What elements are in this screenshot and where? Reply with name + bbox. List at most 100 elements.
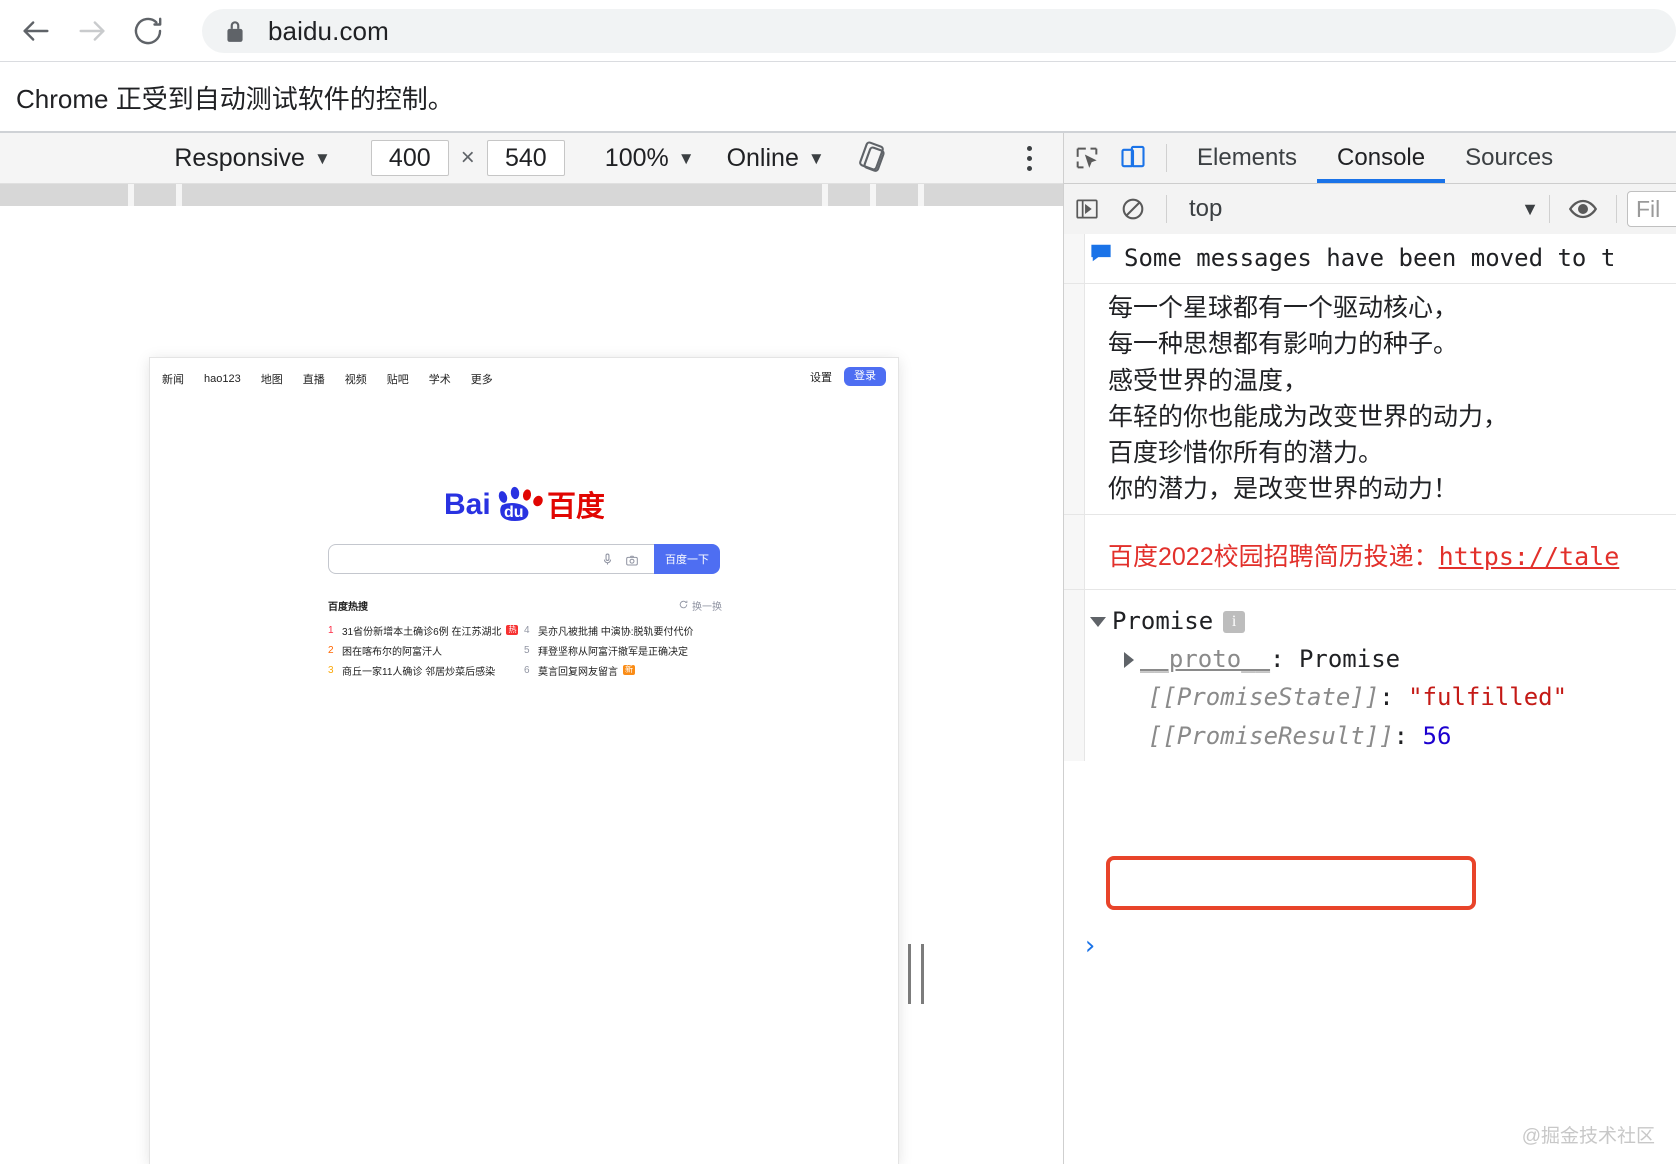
chevron-right-icon[interactable]: [1124, 652, 1134, 669]
device-toolbar: Responsive ▼ 400 × 540 100% ▼ Online ▼: [0, 133, 1063, 184]
nav-link-map[interactable]: 地图: [261, 371, 283, 387]
baidu-nav-right: 设置 登录: [810, 367, 886, 387]
nav-link-tieba[interactable]: 贴吧: [387, 371, 409, 387]
svg-text:百度: 百度: [547, 489, 604, 523]
automation-infobar-text: Chrome 正受到自动测试软件的控制。: [16, 83, 454, 114]
device-ruler: [0, 184, 1063, 207]
hot-text: 吴亦凡被批捕 中演协:脱轨要付代价: [538, 626, 694, 638]
devtools-panel: Elements Console Sources top ▼ Fil Some …: [1063, 133, 1676, 1164]
proto-key: __proto__: [1140, 645, 1271, 674]
hot-text: 莫言回复网友留言: [538, 666, 618, 678]
info-badge-icon[interactable]: i: [1223, 610, 1246, 633]
console-sidebar-icon[interactable]: [1064, 186, 1110, 232]
hot-search-item[interactable]: 3 商丘一家11人确诊 邻居炒菜后感染: [328, 660, 524, 680]
hot-search-title: 百度热搜: [328, 602, 368, 613]
nav-link-live[interactable]: 直播: [303, 371, 325, 387]
settings-link[interactable]: 设置: [810, 369, 832, 385]
annotation-highlight-box: [1106, 856, 1476, 910]
search-submit-button[interactable]: 百度一下: [654, 544, 720, 574]
promise-state-key: [[PromiseState]]: [1148, 683, 1380, 712]
nav-link-hao123[interactable]: hao123: [204, 373, 241, 385]
toolbar-divider: [1166, 144, 1167, 172]
devtools-tabbar: Elements Console Sources: [1064, 133, 1676, 184]
chevron-down-icon[interactable]: ▼: [1521, 199, 1539, 220]
promise-header-row[interactable]: Promise i: [1090, 602, 1676, 640]
hot-search-refresh[interactable]: 换一换: [679, 598, 722, 613]
info-banner-text: Some messages have been moved to t: [1124, 244, 1616, 272]
chevron-down-icon: ▼: [807, 148, 825, 168]
console-info-banner: Some messages have been moved to t: [1064, 234, 1676, 285]
nav-link-video[interactable]: 视频: [345, 371, 367, 387]
camera-icon[interactable]: [626, 553, 638, 571]
device-height-input[interactable]: 540: [486, 140, 565, 176]
hot-search-item[interactable]: 6 莫言回复网友留言 新: [524, 660, 720, 680]
nav-link-more[interactable]: 更多: [471, 371, 493, 387]
message-gutter: [1064, 514, 1085, 589]
inspect-element-icon[interactable]: [1064, 135, 1110, 181]
device-canvas: 新闻 hao123 地图 直播 视频 贴吧 学术 更多 设置 登录 Bai du…: [0, 206, 1063, 1164]
throttling-label: Online: [726, 143, 799, 172]
message-gutter: [1064, 234, 1085, 284]
toggle-device-toolbar-icon[interactable]: [1110, 135, 1156, 181]
device-width-input[interactable]: 400: [370, 140, 449, 176]
toolbar-divider: [1549, 195, 1550, 223]
zoom-dropdown[interactable]: 100% ▼: [599, 144, 701, 173]
execution-context-dropdown[interactable]: top: [1189, 195, 1222, 223]
login-button[interactable]: 登录: [844, 367, 886, 387]
hot-text: 31省份新增本土确诊6例 在江苏湖北: [342, 626, 502, 638]
baidu-search-row: 百度一下: [328, 544, 720, 574]
viewport-resize-handle[interactable]: [908, 944, 924, 1004]
recruit-link[interactable]: https://tale: [1439, 542, 1620, 571]
promise-result-row: [[PromiseResult]]: 56: [1148, 721, 1452, 750]
message-gutter: [1064, 284, 1085, 514]
promise-result-value: 56: [1422, 721, 1452, 750]
chevron-down-icon[interactable]: [1090, 616, 1106, 627]
poem-line: 百度珍惜你所有的潜力。: [1108, 439, 1384, 468]
more-options-icon[interactable]: [1011, 138, 1047, 178]
hot-search-item[interactable]: 5 拜登坚称从阿富汗撤军是正确决定: [524, 640, 720, 660]
forward-arrow-icon[interactable]: [64, 3, 120, 59]
console-filter-input[interactable]: Fil: [1627, 191, 1676, 227]
search-input[interactable]: [328, 544, 654, 574]
tab-console[interactable]: Console: [1317, 133, 1446, 183]
console-promise-object: Promise i __proto__: Promise [[PromiseSta…: [1064, 589, 1676, 762]
promise-state-row: [[PromiseState]]: "fulfilled": [1148, 683, 1568, 712]
hot-rank: 6: [524, 664, 530, 676]
reload-icon[interactable]: [120, 3, 176, 59]
recruit-line: 百度2022校园招聘简历投递：https://tale: [1064, 537, 1676, 573]
address-bar[interactable]: baidu.com: [202, 9, 1676, 53]
promise-proto-row[interactable]: __proto__: Promise: [1090, 640, 1676, 678]
microphone-icon[interactable]: [603, 553, 612, 571]
console-messages: Some messages have been moved to t 每一个星球…: [1064, 234, 1676, 1164]
hot-text: 拜登坚称从阿富汗撤军是正确决定: [538, 646, 688, 658]
refresh-icon: [679, 600, 688, 612]
watermark-text: @掘金技术社区: [1521, 1126, 1655, 1147]
hot-search-item[interactable]: 4 吴亦凡被批捕 中演协:脱轨要付代价: [524, 620, 720, 640]
hot-search-item[interactable]: 2 困在喀布尔的阿富汗人: [328, 640, 524, 660]
nav-link-academic[interactable]: 学术: [429, 371, 451, 387]
hot-rank: 2: [328, 644, 334, 656]
baidu-top-nav: 新闻 hao123 地图 直播 视频 贴吧 学术 更多 设置 登录: [150, 358, 898, 400]
device-preset-dropdown[interactable]: Responsive ▼: [168, 144, 336, 173]
dimension-separator: ×: [460, 144, 475, 171]
baidu-logo: Bai du 百度: [150, 483, 898, 525]
back-arrow-icon[interactable]: [8, 3, 64, 59]
clear-console-icon[interactable]: [1110, 186, 1156, 232]
tab-elements[interactable]: Elements: [1177, 133, 1317, 183]
hot-search-item[interactable]: 1 31省份新增本土确诊6例 在江苏湖北 热: [328, 620, 524, 640]
tab-sources[interactable]: Sources: [1445, 133, 1573, 183]
console-prompt-row[interactable]: ›: [1064, 924, 1676, 968]
svg-text:Bai: Bai: [444, 488, 491, 521]
browser-window: baidu.com Chrome 正受到自动测试软件的控制。 Responsiv…: [0, 0, 1676, 1164]
nav-link-news[interactable]: 新闻: [162, 371, 184, 387]
throttling-dropdown[interactable]: Online ▼: [721, 144, 831, 173]
hot-search-column-left: 1 31省份新增本土确诊6例 在江苏湖北 热 2 困在喀布尔的阿富汗人 3 商丘…: [328, 620, 524, 680]
promise-result-key: [[PromiseResult]]: [1148, 721, 1394, 750]
chevron-down-icon: ▼: [313, 148, 331, 168]
live-expression-eye-icon[interactable]: [1560, 186, 1606, 232]
rotate-device-icon[interactable]: [851, 136, 895, 180]
refresh-label: 换一换: [692, 602, 722, 613]
rendered-page-frame: 新闻 hao123 地图 直播 视频 贴吧 学术 更多 设置 登录 Bai du…: [150, 358, 898, 1164]
poem-line: 每一种思想都有影响力的种子。: [1108, 330, 1459, 359]
zoom-label: 100%: [604, 143, 669, 172]
